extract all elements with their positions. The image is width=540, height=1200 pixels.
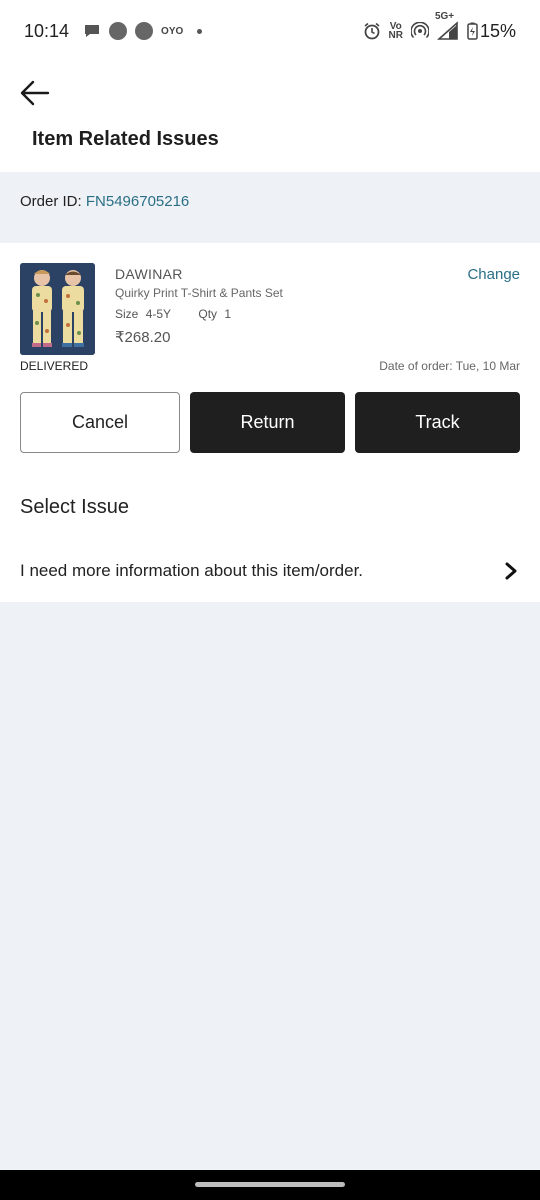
brand-name: DAWINAR [115,266,183,282]
status-left: 10:14 OYO [24,20,203,42]
cancel-button[interactable]: Cancel [20,392,180,453]
more-notifications-icon [197,28,203,34]
home-indicator[interactable] [195,1182,345,1187]
qty-label: Qty [198,307,218,321]
product-image[interactable] [20,263,95,355]
hotspot-icon [410,22,429,40]
volte-bottom-label: NR [388,30,403,41]
app-notification-icon-2 [135,22,154,40]
arrow-left-icon [20,80,50,106]
track-button[interactable]: Track [355,392,520,453]
issue-label: I need more information about this item/… [20,561,364,580]
page: 10:14 OYO Vo NR 5G+ 15% Item Related Iss… [0,0,540,1200]
app-notification-icon [109,22,128,40]
alarm-icon [363,22,381,40]
status-right: Vo NR 5G+ 15% [355,11,516,42]
product-name: Quirky Print T-Shirt & Pants Set [115,286,283,300]
oyo-icon: OYO [161,25,184,37]
chat-bubble-icon [83,23,101,39]
back-button[interactable] [18,78,52,108]
battery-icon [467,22,478,40]
order-id-line: Order ID: FN5496705216 [20,193,189,210]
order-id-label: Order ID: [20,193,82,210]
chevron-right-icon [505,562,517,580]
battery-percent: 15% [479,20,516,41]
issue-row[interactable]: I need more information about this item/… [0,549,540,594]
navigation-bar [0,1170,540,1200]
change-link[interactable]: Change [467,266,520,283]
price: ₹268.20 [115,329,171,346]
select-issue-title: Select Issue [20,496,129,518]
return-button[interactable]: Return [190,392,345,453]
volte-icon: Vo NR [388,22,403,41]
order-id-section: Order ID: FN5496705216 [0,172,540,243]
qty-value: 1 [224,307,232,321]
order-date: Date of order: Tue, 10 Mar [379,359,520,373]
size-value: 4-5Y [145,307,172,321]
header: Item Related Issues [0,62,540,172]
size-qty: Size 4-5Y Qty 1 [115,307,235,321]
status-time: 10:14 [24,20,70,41]
network-type-label: 5G+ [434,11,455,22]
order-id-value: FN5496705216 [85,193,190,210]
signal-icon: 5G+ [435,11,459,41]
item-card: DAWINAR Quirky Print T-Shirt & Pants Set… [0,243,540,602]
page-title: Item Related Issues [32,128,219,150]
delivery-status: DELIVERED [20,359,89,373]
status-bar: 10:14 OYO Vo NR 5G+ 15% [0,0,540,62]
size-label: Size [115,307,139,321]
